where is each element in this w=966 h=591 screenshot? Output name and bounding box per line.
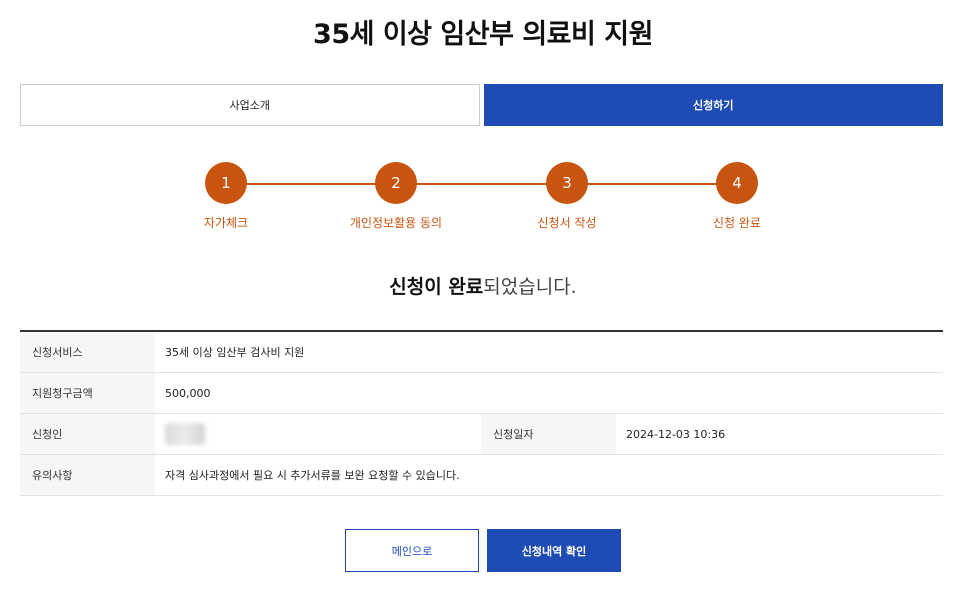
step-3: 3 신청서 작성 <box>487 162 647 231</box>
table-row: 유의사항 자격 심사과정에서 필요 시 추가서류를 보완 요청할 수 있습니다. <box>20 455 943 496</box>
step-4-label: 신청 완료 <box>713 216 761 230</box>
step-2: 2 개인정보활용 동의 <box>316 162 476 231</box>
notice-value: 자격 심사과정에서 필요 시 추가서류를 보완 요청할 수 있습니다. <box>165 469 460 482</box>
blurred-applicant-name <box>165 423 205 445</box>
application-info-table: 신청서비스 35세 이상 임산부 검사비 지원 지원청구금액 500,000 신… <box>20 330 943 496</box>
main-button[interactable]: 메인으로 <box>345 529 479 572</box>
service-label: 신청서비스 <box>20 332 155 372</box>
amount-value: 500,000 <box>165 386 211 400</box>
step-3-label: 신청서 작성 <box>537 216 597 230</box>
step-2-label: 개인정보활용 동의 <box>349 216 443 230</box>
tab-intro[interactable]: 사업소개 <box>20 84 480 126</box>
applicant-value <box>155 414 481 454</box>
table-row: 지원청구금액 500,000 <box>20 373 943 414</box>
step-4: 4 신청 완료 <box>657 162 817 231</box>
step-3-circle: 3 <box>546 162 588 204</box>
table-row: 신청서비스 35세 이상 임산부 검사비 지원 <box>20 332 943 373</box>
service-value: 35세 이상 임산부 검사비 지원 <box>165 346 305 359</box>
step-2-circle: 2 <box>375 162 417 204</box>
action-buttons: 메인으로 신청내역 확인 <box>0 529 966 572</box>
notice-label: 유의사항 <box>20 455 155 495</box>
progress-stepper: 1 자가체크 2 개인정보활용 동의 3 신청서 작성 4 신청 완료 <box>0 162 966 242</box>
step-4-circle: 4 <box>716 162 758 204</box>
history-button[interactable]: 신청내역 확인 <box>487 529 621 572</box>
page-title: 35세 이상 임산부 의료비 지원 <box>313 19 653 50</box>
tab-bar: 사업소개 신청하기 <box>20 84 943 126</box>
step-1-label: 자가체크 <box>203 216 249 230</box>
date-label: 신청일자 <box>481 414 616 454</box>
completion-message-strong: 신청이 완료 <box>389 276 484 298</box>
completion-message: 신청이 완료되었습니다. <box>0 272 966 299</box>
applicant-label: 신청인 <box>20 414 155 454</box>
date-value: 2024-12-03 10:36 <box>626 427 726 441</box>
step-1-circle: 1 <box>205 162 247 204</box>
completion-message-rest: 되었습니다. <box>483 276 577 298</box>
amount-label: 지원청구금액 <box>20 373 155 413</box>
step-1: 1 자가체크 <box>146 162 306 231</box>
table-row: 신청인 신청일자 2024-12-03 10:36 <box>20 414 943 455</box>
tab-apply[interactable]: 신청하기 <box>483 84 943 126</box>
